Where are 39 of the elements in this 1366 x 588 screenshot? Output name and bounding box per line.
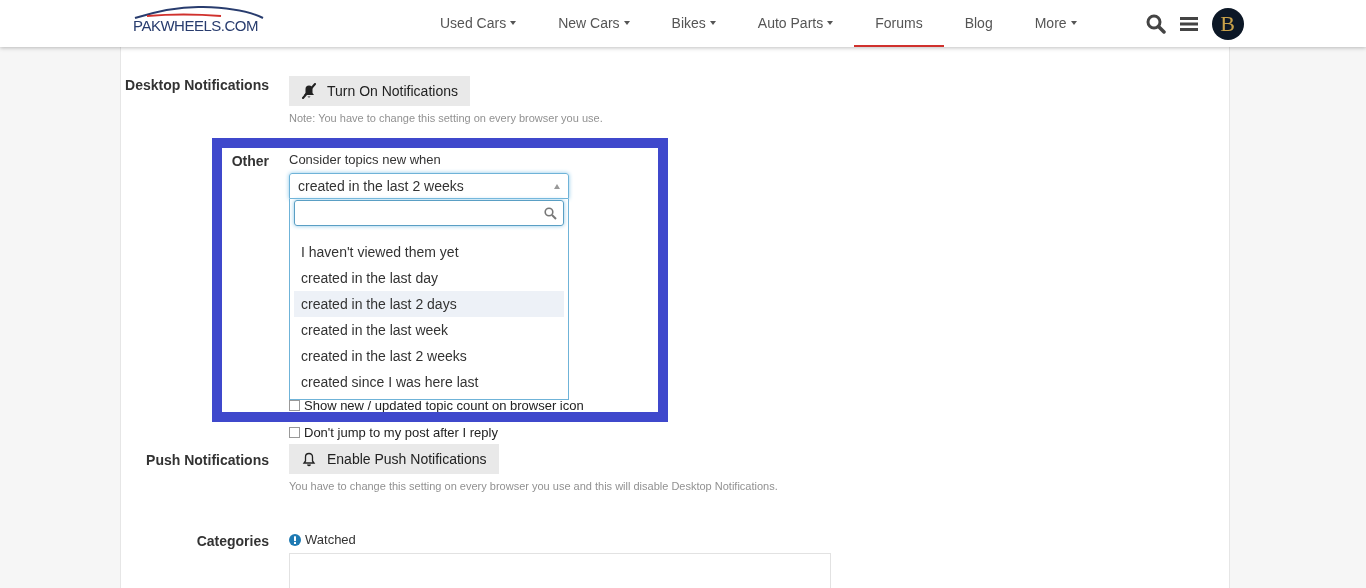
setting-label: Other: [230, 152, 269, 171]
muted-bell-icon: [301, 83, 317, 99]
turn-on-notifications-button[interactable]: Turn On Notifications: [289, 76, 470, 106]
car-swoosh-icon: [133, 4, 265, 20]
nav-item[interactable]: Blog: [943, 0, 1014, 47]
note-text: Note: You have to change this setting on every browser you use.: [289, 112, 604, 124]
bell-icon: [301, 451, 317, 467]
nav-item[interactable]: Used Cars: [419, 0, 538, 47]
nav-item[interactable]: More: [1013, 0, 1098, 47]
dropdown-option[interactable]: created in the last week: [294, 317, 564, 343]
setting-label: Categories: [195, 532, 269, 551]
logo-text: PAKWHEELS.COM: [133, 17, 258, 34]
info-icon: [289, 533, 301, 546]
dropdown-option[interactable]: I haven't viewed them yet: [294, 239, 564, 265]
search-icon: [544, 206, 557, 220]
note-text: You have to change this setting on every browser you use and this will disable Desktop Notifications.: [289, 480, 779, 492]
enable-push-notifications-button[interactable]: Enable Push Notifications: [289, 444, 499, 474]
categories-field[interactable]: [289, 553, 831, 588]
user-avatar[interactable]: B: [1211, 7, 1244, 40]
checkbox-label: Show new / updated topic count on browser icon: [304, 397, 584, 413]
dropdown-option[interactable]: created in the last day: [294, 265, 564, 291]
dropdown-option[interactable]: created in the last 2 weeks: [294, 343, 564, 369]
checkbox[interactable]: [289, 399, 300, 411]
watched-label: Watched: [305, 532, 356, 547]
field-label: Consider topics new when: [289, 152, 442, 167]
checkbox[interactable]: [289, 426, 300, 438]
checkbox-label: Don't jump to my post after I reply: [304, 424, 498, 440]
logo[interactable]: PAKWHEELS.COM: [133, 4, 273, 47]
search-icon[interactable]: [1145, 13, 1166, 34]
nav-item[interactable]: Auto Parts: [736, 0, 855, 47]
search-field[interactable]: [294, 200, 564, 226]
dropdown-option[interactable]: created in the last 2 days: [294, 291, 564, 317]
setting-label: Push Notifications: [145, 451, 269, 470]
nav-item[interactable]: Bikes: [650, 0, 737, 47]
nav-item[interactable]: New Cars: [537, 0, 651, 47]
setting-label: Desktop Notifications: [124, 76, 269, 95]
menu-icon[interactable]: [1179, 15, 1198, 32]
caret-icon: [554, 183, 560, 189]
dropdown-option[interactable]: created since I was here last: [294, 369, 564, 395]
